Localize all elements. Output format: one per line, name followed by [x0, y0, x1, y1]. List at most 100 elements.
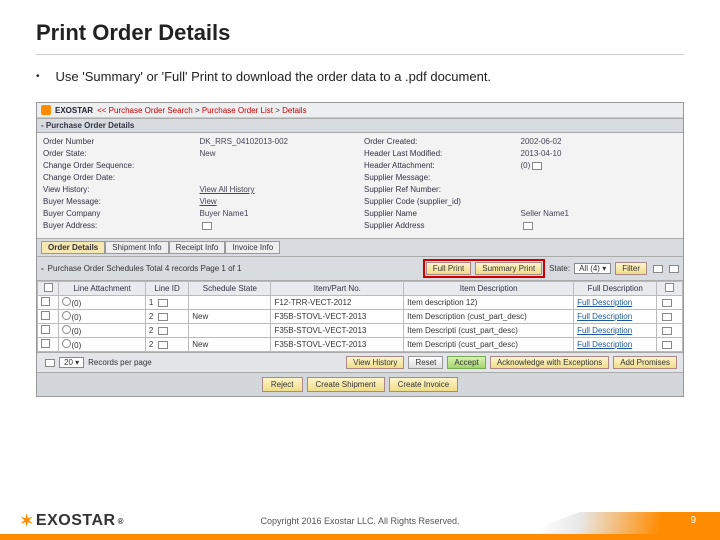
- field-value: [200, 220, 357, 232]
- cell-attachment[interactable]: (0): [59, 310, 145, 324]
- col-header[interactable]: [38, 282, 59, 296]
- col-header[interactable]: [657, 282, 683, 296]
- field-value[interactable]: View: [200, 196, 357, 208]
- cell-attachment[interactable]: (0): [59, 324, 145, 338]
- breadcrumb[interactable]: << Purchase Order Search > Purchase Orde…: [97, 106, 307, 115]
- export-icon[interactable]: [653, 265, 663, 273]
- field-value: 2002-06-02: [521, 136, 678, 148]
- field-label: Order Number: [43, 136, 200, 148]
- col-header[interactable]: Schedule State: [189, 282, 271, 296]
- field-label: Buyer Message:: [43, 196, 200, 208]
- add-promises-button[interactable]: Add Promises: [613, 356, 677, 369]
- row-checkbox[interactable]: [41, 297, 50, 306]
- cell-full-desc[interactable]: Full Description: [574, 296, 657, 310]
- field-row: Change Order Sequence:: [43, 160, 356, 172]
- cell-line-id: 2: [145, 338, 188, 352]
- cell-line-id: 1: [145, 296, 188, 310]
- field-label: View History:: [43, 184, 200, 196]
- view-history-button[interactable]: View History: [346, 356, 404, 369]
- col-header[interactable]: Item/Part No.: [271, 282, 404, 296]
- field-row: Header Attachment:(0): [364, 160, 677, 172]
- cell-full-desc[interactable]: Full Description: [574, 324, 657, 338]
- breadcrumb-search[interactable]: Purchase Order Search: [109, 106, 193, 115]
- filter-button[interactable]: Filter: [615, 262, 647, 275]
- row-action-icon[interactable]: [662, 341, 672, 349]
- star-icon: ✶: [20, 511, 34, 531]
- row-action-icon[interactable]: [662, 299, 672, 307]
- expand-icon[interactable]: [532, 162, 542, 170]
- field-label: Change Order Date:: [43, 172, 200, 184]
- pager-prev-icon[interactable]: [45, 359, 55, 367]
- expand-icon[interactable]: [202, 222, 212, 230]
- col-header[interactable]: Item Description: [404, 282, 574, 296]
- field-label: Change Order Sequence:: [43, 160, 200, 172]
- acknowledge-button[interactable]: Acknowledge with Exceptions: [490, 356, 609, 369]
- pager-label: Records per page: [88, 358, 152, 367]
- attachment-icon[interactable]: [62, 297, 71, 306]
- table-row: (0) 2 New F35B-STOVL-VECT-2013 Item Desc…: [38, 310, 683, 324]
- attachment-icon[interactable]: [62, 325, 71, 334]
- cell-full-desc[interactable]: Full Description: [574, 310, 657, 324]
- field-value: (0): [521, 160, 678, 172]
- field-label: Supplier Name: [364, 208, 521, 220]
- col-header[interactable]: Full Description: [574, 282, 657, 296]
- line-icon[interactable]: [158, 313, 168, 321]
- tab-invoice-info[interactable]: Invoice Info: [225, 241, 280, 254]
- col-header[interactable]: Line Attachment: [59, 282, 145, 296]
- details-section-header: - Purchase Order Details: [37, 118, 683, 133]
- row-checkbox[interactable]: [41, 325, 50, 334]
- cell-attachment[interactable]: (0): [59, 338, 145, 352]
- col-header[interactable]: Line ID: [145, 282, 188, 296]
- field-label: Order Created:: [364, 136, 521, 148]
- field-value: Seller Name1: [521, 208, 678, 220]
- breadcrumb-details[interactable]: Details: [282, 106, 306, 115]
- checkbox[interactable]: [665, 283, 674, 292]
- attachment-icon[interactable]: [62, 339, 71, 348]
- table-row: (0) 1 F12-TRR-VECT-2012 Item description…: [38, 296, 683, 310]
- create-invoice-button[interactable]: Create Invoice: [389, 377, 459, 392]
- cell-item-no: F12-TRR-VECT-2012: [271, 296, 404, 310]
- accept-button[interactable]: Accept: [447, 356, 485, 369]
- field-row: Supplier NameSeller Name1: [364, 208, 677, 220]
- tab-order-details[interactable]: Order Details: [41, 241, 105, 254]
- actions-row-2: Reject Create Shipment Create Invoice: [37, 372, 683, 396]
- field-row: Buyer Address:: [43, 220, 356, 232]
- summary-print-button[interactable]: Summary Print: [475, 262, 542, 275]
- field-row: Order Created:2002-06-02: [364, 136, 677, 148]
- state-dropdown[interactable]: All (4) ▾: [574, 263, 611, 274]
- full-print-button[interactable]: Full Print: [426, 262, 472, 275]
- row-action-icon[interactable]: [662, 313, 672, 321]
- print-buttons-highlight: Full Print Summary Print: [423, 259, 545, 278]
- table-row: (0) 2 New F35B-STOVL-VECT-2013 Item Desc…: [38, 338, 683, 352]
- cell-full-desc[interactable]: Full Description: [574, 338, 657, 352]
- reject-button[interactable]: Reject: [262, 377, 303, 392]
- cell-item-no: F35B-STOVL-VECT-2013: [271, 324, 404, 338]
- line-icon[interactable]: [158, 327, 168, 335]
- row-checkbox[interactable]: [41, 339, 50, 348]
- field-value: 2013-04-10: [521, 148, 678, 160]
- field-value: [521, 184, 678, 196]
- checkbox[interactable]: [44, 283, 53, 292]
- line-icon[interactable]: [158, 299, 168, 307]
- field-row: Order NumberDK_RRS_04102013-002: [43, 136, 356, 148]
- cell-attachment[interactable]: (0): [59, 296, 145, 310]
- page-size-dropdown[interactable]: 20 ▾: [59, 357, 84, 368]
- field-row: View History:View All History: [43, 184, 356, 196]
- line-icon[interactable]: [158, 341, 168, 349]
- row-action-icon[interactable]: [662, 327, 672, 335]
- tab-receipt-info[interactable]: Receipt Info: [169, 241, 226, 254]
- breadcrumb-list[interactable]: Purchase Order List: [202, 106, 273, 115]
- reset-button[interactable]: Reset: [408, 356, 443, 369]
- breadcrumb-back[interactable]: <<: [97, 106, 106, 115]
- create-shipment-button[interactable]: Create Shipment: [307, 377, 385, 392]
- attachment-icon[interactable]: [62, 311, 71, 320]
- row-checkbox[interactable]: [41, 311, 50, 320]
- field-value[interactable]: View All History: [200, 184, 357, 196]
- tab-shipment-info[interactable]: Shipment Info: [105, 241, 168, 254]
- schedules-header: - Purchase Order Schedules Total 4 recor…: [37, 257, 683, 281]
- print-icon[interactable]: [669, 265, 679, 273]
- field-value: [521, 220, 678, 232]
- instruction-bullet: • Use 'Summary' or 'Full' Print to downl…: [36, 69, 684, 84]
- expand-icon[interactable]: [523, 222, 533, 230]
- field-row: Buyer Message:View: [43, 196, 356, 208]
